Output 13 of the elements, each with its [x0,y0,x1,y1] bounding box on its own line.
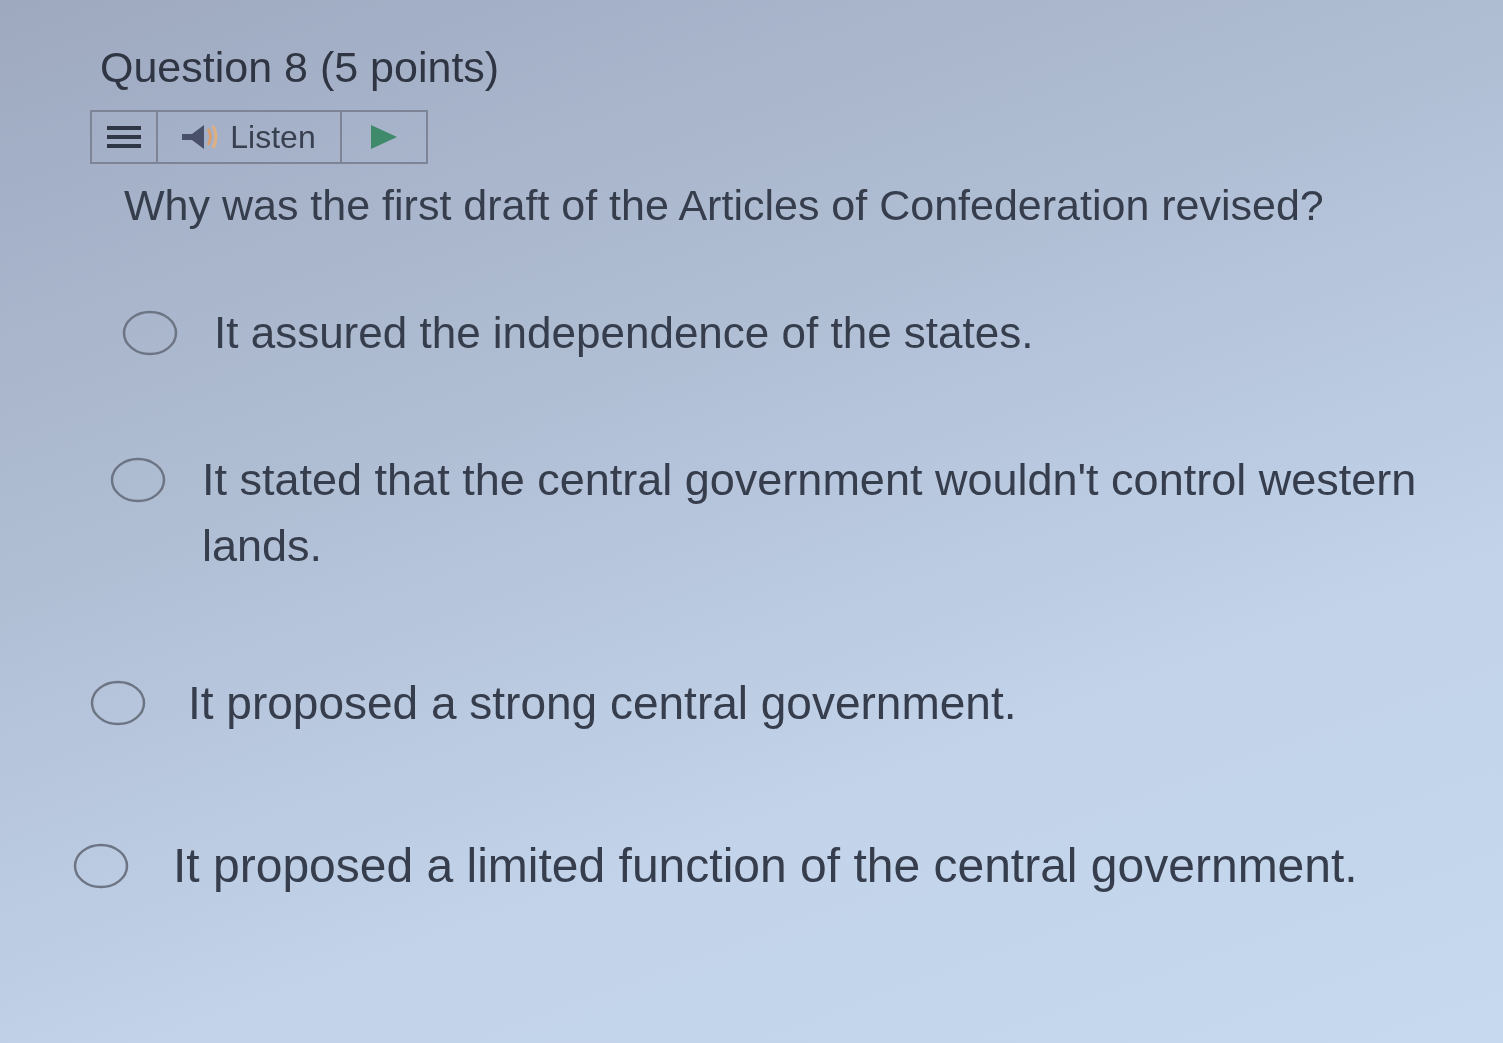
question-text: Why was the first draft of the Articles of Confederation revised? [124,180,1325,231]
question-title: Question 8 (5 points) [100,44,501,90]
play-icon [371,125,397,149]
answer-option[interactable]: It proposed a strong central government. [188,670,1017,736]
radio-button[interactable] [110,457,166,503]
listen-button[interactable]: Listen [158,112,342,162]
answer-option[interactable]: It proposed a limited function of the central government. [173,833,1358,899]
radio-button[interactable] [73,843,129,889]
radio-button[interactable] [90,680,146,726]
answer-option[interactable]: It stated that the central government wouldn't control western lands. [202,447,1482,579]
answer-option[interactable]: It assured the independence of the states. [214,300,1034,366]
radio-button[interactable] [122,310,178,356]
menu-icon [107,125,141,149]
